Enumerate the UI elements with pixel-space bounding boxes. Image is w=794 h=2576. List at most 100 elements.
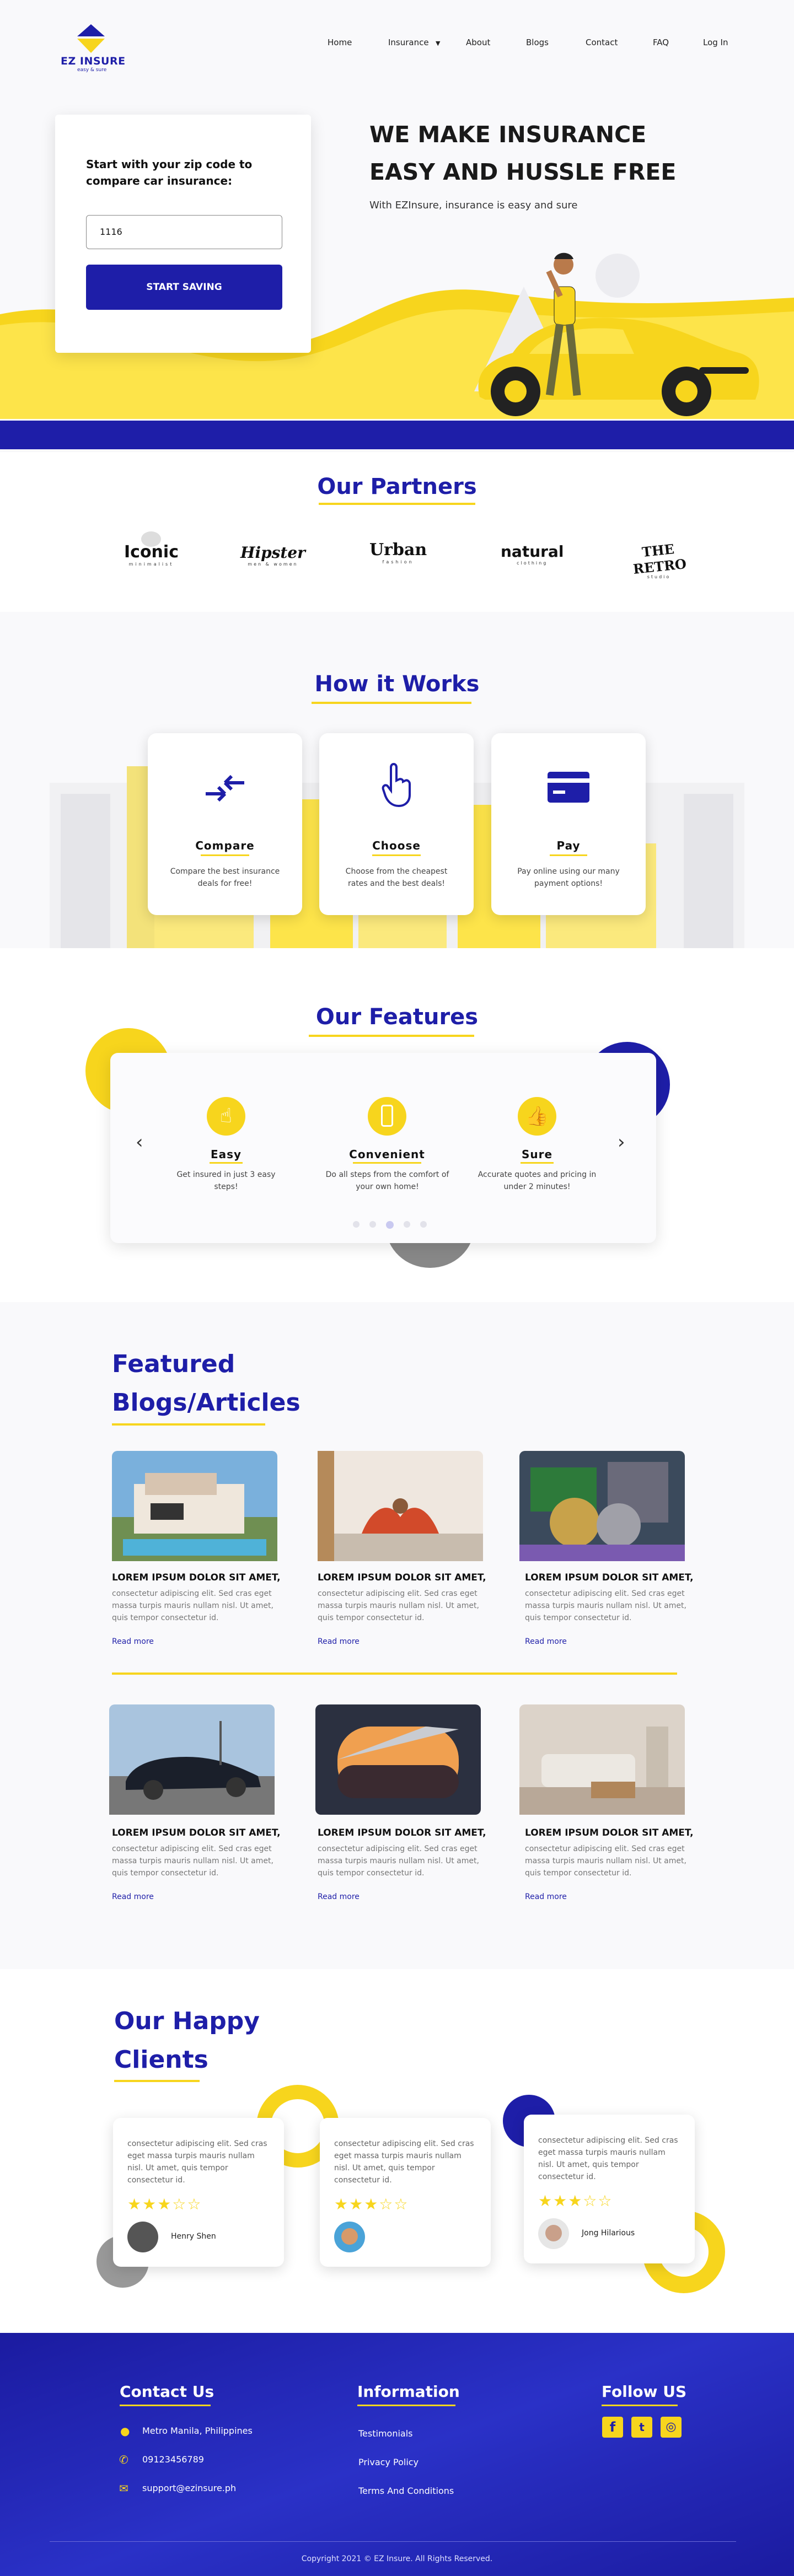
chevron-left-icon[interactable]: ‹: [136, 1131, 143, 1153]
testimonial-card: consectetur adipiscing elit. Sed cras eg…: [524, 2115, 695, 2263]
blogs-title: Featured Blogs/Articles: [112, 1345, 301, 1422]
partners-title-underline: [319, 503, 475, 505]
zip-code-input[interactable]: 1116: [86, 215, 282, 249]
carousel-dots: [353, 1221, 427, 1229]
blog-image-yoga[interactable]: [318, 1451, 483, 1561]
thumbs-up-icon: 👍: [518, 1097, 556, 1136]
testimonial-text: consectetur adipiscing elit. Sed cras eg…: [538, 2136, 678, 2181]
blog-desc: consectetur adipiscing elit. Sed cras eg…: [318, 1589, 479, 1622]
feature-convenient: [348, 1097, 426, 1136]
footer-info-underline: [357, 2405, 455, 2406]
partner-logo-iconic: Iconic minimalist: [124, 531, 179, 567]
blog-image-house[interactable]: [112, 1451, 277, 1561]
blog-read-more-link[interactable]: Read more: [318, 1892, 360, 1901]
how-card-title: Choose: [372, 839, 421, 852]
blog-title[interactable]: LOREM IPSUM DOLOR SIT AMET,: [112, 1827, 281, 1838]
zip-code-card: Start with your zip code to compare car …: [55, 115, 311, 353]
blog-image-car[interactable]: [109, 1704, 275, 1815]
partner-name: Hipster: [240, 544, 305, 562]
hero-title: WE MAKE INSURANCE EASY AND HUSSLE FREE: [369, 116, 700, 191]
testimonial-text: consectetur adipiscing elit. Sed cras eg…: [334, 2139, 474, 2185]
carousel-dot[interactable]: [420, 1221, 427, 1228]
page: EZ INSURE easy & sure Home Insurance ▼ A…: [0, 0, 794, 2576]
feature-underline: [521, 1162, 554, 1164]
carousel-dot[interactable]: [353, 1221, 360, 1228]
footer-phone[interactable]: 09123456789: [142, 2454, 204, 2465]
footer-link-privacy[interactable]: Privacy Policy: [358, 2457, 419, 2467]
blog-title[interactable]: LOREM IPSUM DOLOR SIT AMET,: [318, 1827, 486, 1838]
clients-title-underline: [114, 2080, 200, 2082]
rating-stars: ★★★☆☆: [538, 2192, 613, 2210]
blog-read-more-link[interactable]: Read more: [318, 1637, 360, 1646]
blog-read-more-link[interactable]: Read more: [525, 1892, 567, 1901]
nav-about[interactable]: About: [466, 37, 490, 47]
blog-image-livingroom[interactable]: [519, 1704, 685, 1815]
blogs-title-line1: Featured: [112, 1350, 235, 1378]
carousel-dot[interactable]: [369, 1221, 376, 1228]
testimonial-card: consectetur adipiscing elit. Sed cras eg…: [113, 2118, 284, 2267]
footer-link-terms[interactable]: Terms And Conditions: [358, 2486, 454, 2496]
blog-desc: consectetur adipiscing elit. Sed cras eg…: [525, 1589, 686, 1622]
blog-desc: consectetur adipiscing elit. Sed cras eg…: [112, 1844, 273, 1878]
partners-title: Our Partners: [317, 474, 477, 499]
blog-desc: consectetur adipiscing elit. Sed cras eg…: [318, 1844, 479, 1878]
twitter-icon[interactable]: t: [631, 2417, 652, 2438]
how-card-choose[interactable]: Choose Choose from the cheapest rates an…: [319, 733, 474, 915]
nav-login[interactable]: Log In: [703, 37, 728, 47]
client-name: Henry Shen: [171, 2232, 216, 2241]
nav-contact[interactable]: Contact: [586, 37, 618, 47]
hero-subtitle: With EZInsure, insurance is easy and sur…: [369, 200, 578, 211]
blog-read-more-link[interactable]: Read more: [525, 1637, 567, 1646]
partner-sub: men & women: [248, 562, 298, 567]
how-card-underline: [372, 854, 421, 856]
blog-image-sunset[interactable]: [315, 1704, 481, 1815]
feature-easy: ☝: [187, 1097, 265, 1136]
footer-link-testimonials[interactable]: Testimonials: [358, 2428, 413, 2439]
clients-title-line1: Our Happy: [114, 2007, 260, 2035]
partner-sub: minimalist: [128, 562, 174, 567]
how-card-underline: [201, 854, 249, 856]
blog-title[interactable]: LOREM IPSUM DOLOR SIT AMET,: [318, 1572, 486, 1583]
blog-image-coins[interactable]: [519, 1451, 685, 1561]
footer-email[interactable]: support@ezinsure.ph: [142, 2483, 236, 2493]
email-icon: ✉: [119, 2482, 128, 2495]
blog-read-more-link[interactable]: Read more: [112, 1637, 154, 1646]
carousel-dot[interactable]: [404, 1221, 410, 1228]
nav-home[interactable]: Home: [328, 37, 352, 47]
how-card-desc: Choose from the cheapest rates and the b…: [345, 867, 448, 888]
rating-stars: ★★★☆☆: [334, 2195, 409, 2213]
hero-title-line1: WE MAKE INSURANCE: [369, 121, 647, 148]
nav-insurance[interactable]: Insurance: [388, 37, 429, 47]
blog-title[interactable]: LOREM IPSUM DOLOR SIT AMET,: [525, 1827, 694, 1838]
logo-text[interactable]: EZ INSURE: [61, 55, 126, 67]
phone-icon: ✆: [119, 2453, 128, 2466]
avatar: [334, 2222, 365, 2252]
carousel-dot-active[interactable]: [386, 1221, 394, 1229]
chevron-down-icon[interactable]: ▼: [436, 40, 440, 47]
nav-blogs[interactable]: Blogs: [526, 37, 549, 47]
how-title: How it Works: [314, 671, 480, 697]
how-card-title: Compare: [195, 839, 255, 852]
how-card-compare[interactable]: Compare Compare the best insurance deals…: [148, 733, 302, 915]
instagram-icon[interactable]: ◎: [661, 2417, 682, 2438]
how-card-desc: Compare the best insurance deals for fre…: [170, 867, 280, 888]
blog-read-more-link[interactable]: Read more: [112, 1892, 154, 1901]
chevron-right-icon[interactable]: ›: [618, 1131, 625, 1153]
how-card-title: Pay: [556, 839, 581, 852]
footer-follow-underline: [602, 2405, 678, 2406]
partner-logo-natural: natural clothing: [501, 542, 564, 566]
how-card-pay[interactable]: Pay Pay online using our many payment op…: [491, 733, 646, 915]
blog-title[interactable]: LOREM IPSUM DOLOR SIT AMET,: [112, 1572, 281, 1583]
testimonial-card: consectetur adipiscing elit. Sed cras eg…: [320, 2118, 491, 2267]
clients-title-line2: Clients: [114, 2046, 208, 2074]
location-pin-icon: ●: [120, 2424, 130, 2438]
facebook-icon[interactable]: f: [602, 2417, 623, 2438]
nav-faq[interactable]: FAQ: [653, 37, 669, 47]
blog-title[interactable]: LOREM IPSUM DOLOR SIT AMET,: [525, 1572, 694, 1583]
footer-divider: [50, 2541, 736, 2542]
avatar: [127, 2222, 158, 2252]
feature-sure: 👍: [498, 1097, 576, 1136]
partner-logo-retro: THE RETRO studio: [629, 541, 689, 579]
start-saving-button[interactable]: START SAVING: [86, 265, 282, 310]
blog-desc: consectetur adipiscing elit. Sed cras eg…: [525, 1844, 686, 1878]
